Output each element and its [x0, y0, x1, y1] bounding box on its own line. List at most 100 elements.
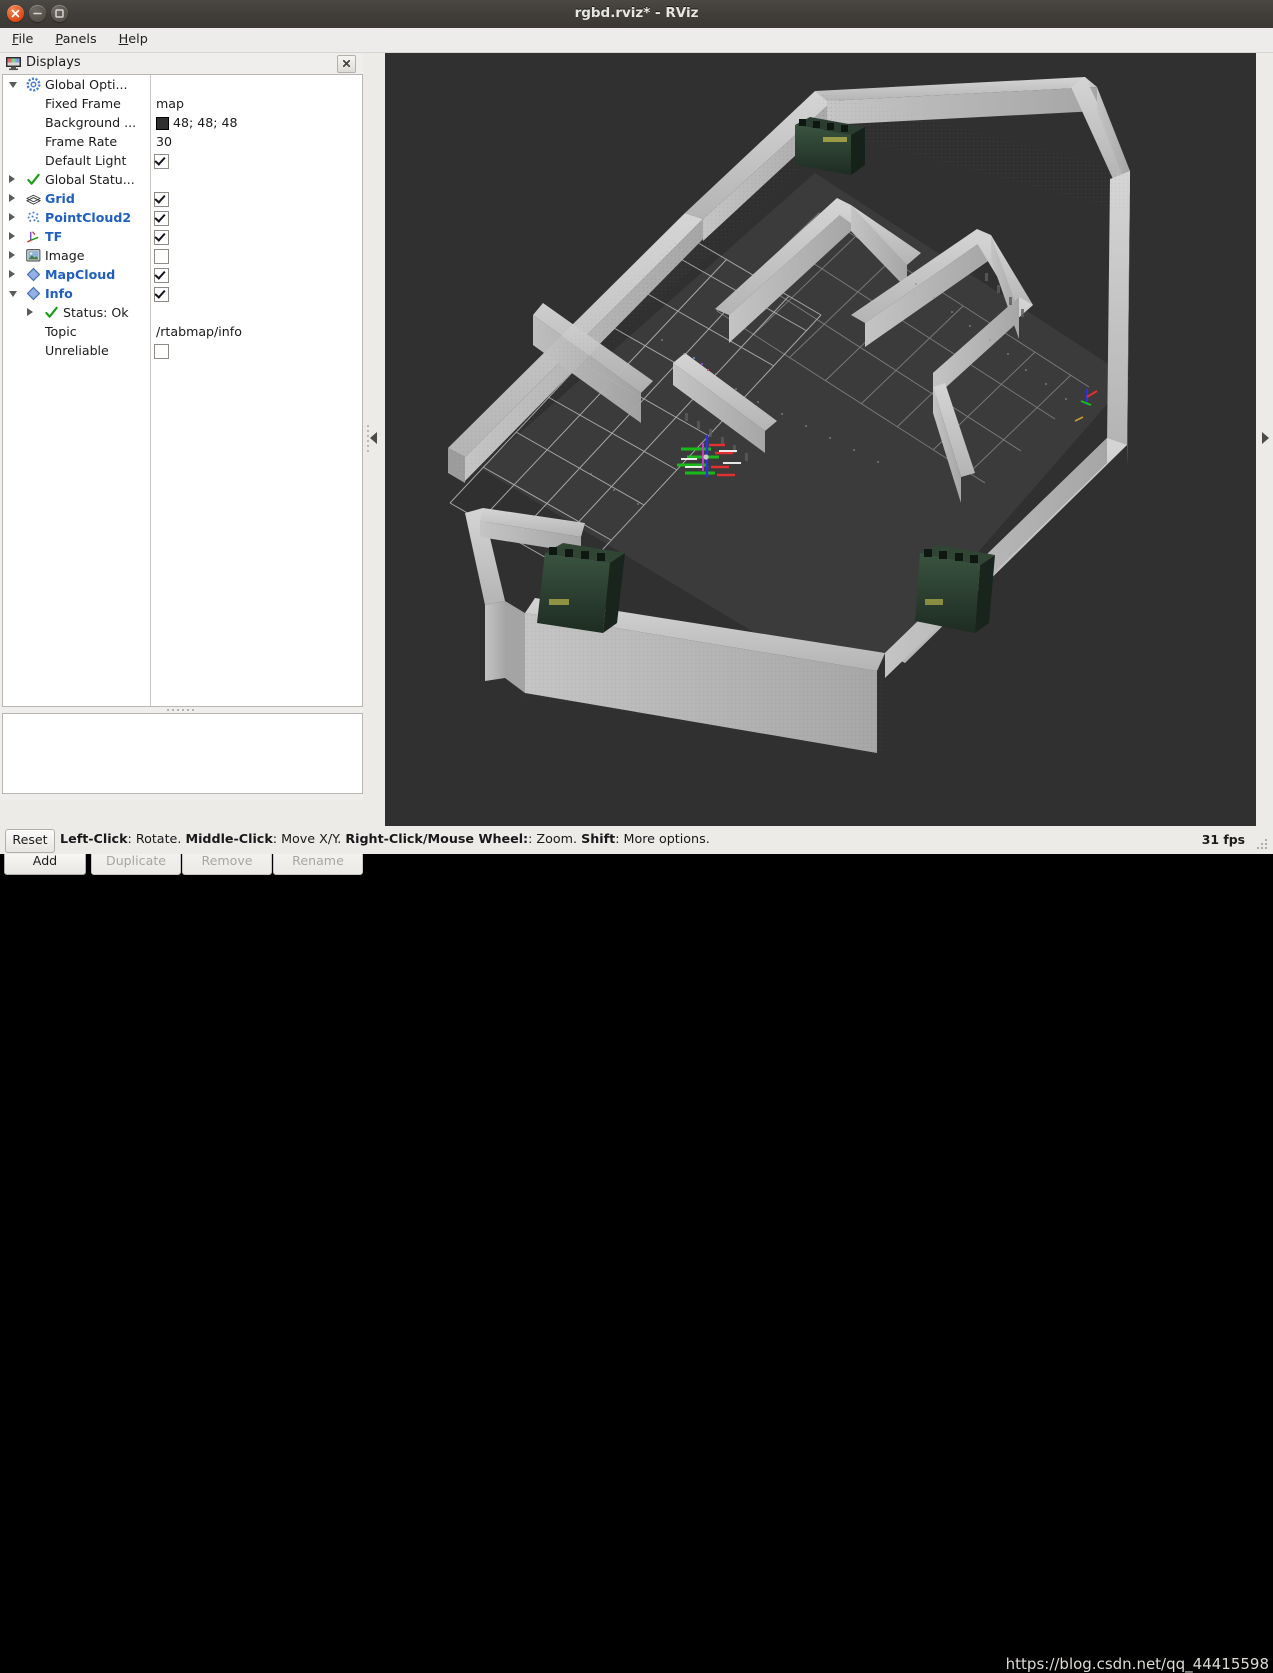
menu-file-rest: ile: [18, 32, 34, 47]
csdn-watermark: https://blog.csdn.net/qq_44415598: [1005, 1655, 1269, 1673]
grip-dot: [1261, 843, 1263, 845]
window-titlebar: rgbd.rviz* - RViz: [0, 0, 1273, 29]
tree-expander-closed-icon[interactable]: [9, 251, 15, 259]
tree-row-value[interactable]: map: [156, 94, 184, 113]
hint-segment: : Zoom.: [528, 831, 582, 846]
tree-row-value[interactable]: /rtabmap/info: [156, 322, 242, 341]
menu-panels[interactable]: Panels: [45, 29, 106, 50]
tree-row-info[interactable]: Info: [3, 284, 362, 303]
furniture-left: [537, 543, 625, 633]
check-icon: [44, 305, 59, 320]
collapse-handle-dot: [367, 445, 369, 447]
grip-dot: [1261, 847, 1263, 849]
tree-row-checkbox[interactable]: [154, 268, 169, 283]
tree-row-pointcloud2[interactable]: PointCloud2: [3, 208, 362, 227]
reset-button[interactable]: Reset: [5, 829, 55, 853]
tree-row-value[interactable]: 30: [156, 132, 172, 151]
panel-splitter[interactable]: [2, 706, 361, 713]
grip-dot: [1265, 839, 1267, 841]
hint-segment: : Rotate.: [127, 831, 186, 846]
hint-segment: Shift: [581, 831, 616, 846]
displays-panel-title: Displays: [26, 55, 81, 70]
grip-dot: [1257, 847, 1259, 849]
tree-expander-closed-icon[interactable]: [9, 175, 15, 183]
splitter-dot: [182, 709, 184, 711]
tree-expander-open-icon[interactable]: [9, 82, 17, 88]
splitter-dot: [172, 709, 174, 711]
tree-row-checkbox[interactable]: [154, 192, 169, 207]
tree-expander-open-icon[interactable]: [9, 291, 17, 297]
expand-right-panel-button[interactable]: [1262, 430, 1271, 446]
tree-row-global-statu[interactable]: Global Statu...: [3, 170, 362, 189]
mapcloud-icon: [26, 267, 41, 282]
displays-panel-close-button[interactable]: [337, 55, 356, 73]
tree-row-checkbox[interactable]: [154, 230, 169, 245]
tf-axes-icon: [26, 229, 41, 244]
info-icon: [26, 286, 41, 301]
tree-row-label: Grid: [45, 191, 75, 206]
tree-row-mapcloud[interactable]: MapCloud: [3, 265, 362, 284]
3d-render-view[interactable]: [385, 53, 1256, 826]
tree-row-value[interactable]: 48; 48; 48: [173, 113, 238, 132]
mouse-hint-text: Left-Click: Rotate. Middle-Click: Move X…: [60, 831, 710, 846]
tree-row-label: Status: Ok: [63, 305, 129, 320]
tree-row-checkbox[interactable]: [154, 154, 169, 169]
collapse-handle-dot: [367, 435, 369, 437]
tree-row-label: Info: [45, 286, 73, 301]
menu-file[interactable]: File: [2, 29, 43, 50]
tree-row-label: Fixed Frame: [45, 96, 121, 111]
tree-row-checkbox[interactable]: [154, 211, 169, 226]
tree-expander-closed-icon[interactable]: [9, 213, 15, 221]
tree-expander-closed-icon[interactable]: [27, 308, 33, 316]
pointcloud-icon: [26, 210, 41, 225]
hint-segment: Right-Click/Mouse Wheel:: [345, 831, 529, 846]
tree-row-global-opti[interactable]: Global Opti...: [3, 75, 362, 94]
tree-row-background[interactable]: Background ... 48; 48; 48: [3, 113, 362, 132]
splitter-dot: [167, 709, 169, 711]
grip-dot: [1265, 843, 1267, 845]
tree-column-divider: [150, 75, 151, 706]
tree-expander-closed-icon[interactable]: [9, 232, 15, 240]
tree-row-checkbox[interactable]: [154, 287, 169, 302]
menu-help[interactable]: Help: [109, 29, 158, 50]
collapse-left-panel-button[interactable]: [370, 430, 379, 446]
furniture-right: [915, 545, 995, 633]
hint-segment: : More options.: [615, 831, 710, 846]
splitter-dot: [187, 709, 189, 711]
tree-row-label: Default Light: [45, 153, 127, 168]
hint-segment: : Move X/Y.: [272, 831, 346, 846]
tree-row-topic[interactable]: Topic/rtabmap/info: [3, 322, 362, 341]
collapse-handle-dot: [367, 440, 369, 442]
image-icon: [26, 248, 41, 263]
color-swatch[interactable]: [156, 117, 169, 130]
tree-row-default-light[interactable]: Default Light: [3, 151, 362, 170]
displays-tree[interactable]: Global Opti... Fixed Frame map Background .…: [2, 74, 363, 707]
monitor-icon: [6, 56, 21, 74]
status-bar: Reset Left-Click: Rotate. Middle-Click: …: [0, 826, 1273, 1673]
menu-panels-rest: anels: [62, 32, 97, 47]
resize-grip[interactable]: [1257, 839, 1269, 851]
splitter-dot: [192, 709, 194, 711]
tree-row-fixed-frame[interactable]: Fixed Frame map: [3, 94, 362, 113]
tree-expander-closed-icon[interactable]: [9, 194, 15, 202]
tree-row-grid[interactable]: Grid: [3, 189, 362, 208]
furniture-top: [795, 117, 865, 175]
tree-expander-closed-icon[interactable]: [9, 270, 15, 278]
fps-indicator: 31 fps: [1201, 832, 1245, 847]
hint-segment: Middle-Click: [185, 831, 273, 846]
tree-row-label: TF: [45, 229, 63, 244]
tree-row-unreliable[interactable]: Unreliable: [3, 341, 362, 360]
tree-row-image[interactable]: Image: [3, 246, 362, 265]
menu-help-rest: elp: [128, 32, 148, 47]
gear-icon: [26, 77, 41, 92]
tree-row-label: Global Statu...: [45, 172, 135, 187]
displays-dock-header: Displays: [0, 53, 363, 74]
tree-row-checkbox[interactable]: [154, 249, 169, 264]
grid-icon: [25, 191, 42, 206]
tree-row-tf[interactable]: TF: [3, 227, 362, 246]
splitter-dot: [177, 709, 179, 711]
tree-row-checkbox[interactable]: [154, 344, 169, 359]
tree-row-frame-rate[interactable]: Frame Rate 30: [3, 132, 362, 151]
tree-row-label: Unreliable: [45, 343, 109, 358]
tree-row-status-ok[interactable]: Status: Ok: [3, 303, 362, 322]
